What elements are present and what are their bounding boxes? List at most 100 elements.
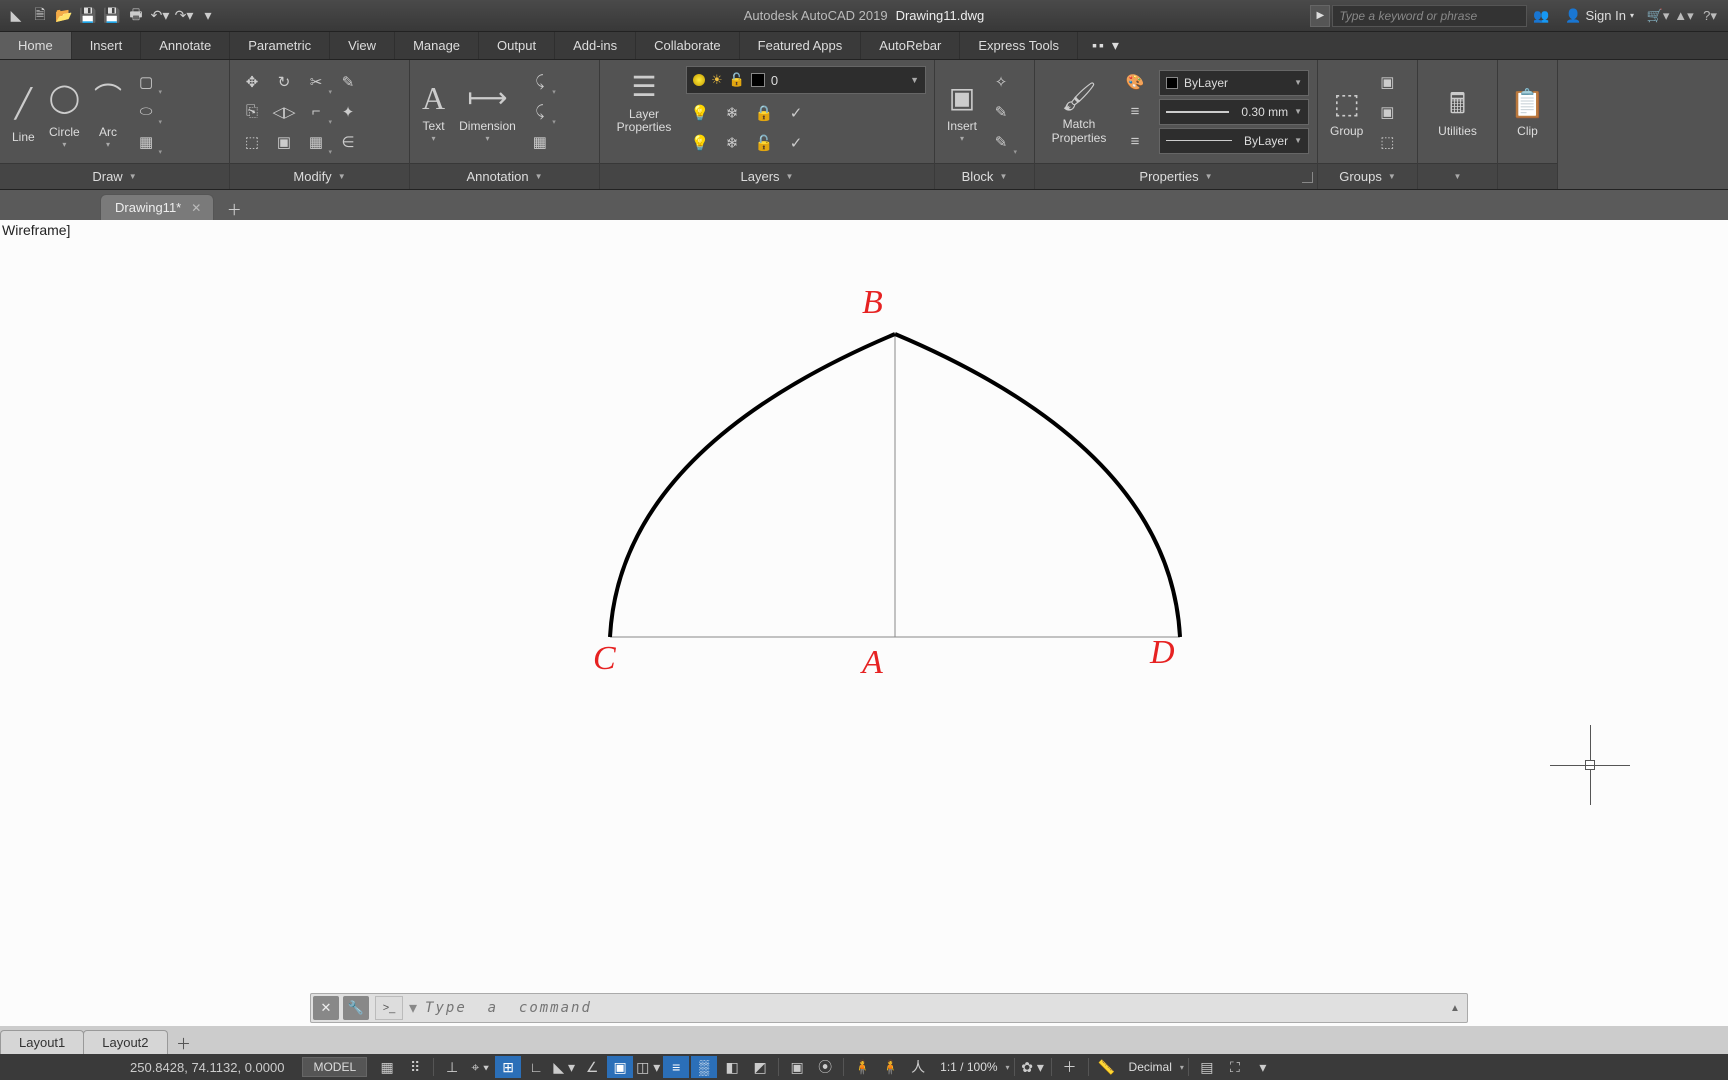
linetype-dropdown[interactable]: ByLayer▼ xyxy=(1159,128,1309,154)
exchange-icon[interactable]: 🛒▾ xyxy=(1646,4,1670,28)
new-icon[interactable]: 🗎 xyxy=(30,6,50,26)
snap-icon[interactable]: ⠿ xyxy=(402,1056,428,1078)
panel-groups-title[interactable]: Groups▼ xyxy=(1318,163,1417,189)
utilities-button[interactable]: 🖩 Utilities xyxy=(1434,83,1481,140)
layout-tab-1[interactable]: Layout1 xyxy=(0,1030,84,1054)
group-select-icon[interactable]: ⬚ xyxy=(1373,129,1401,155)
fillet-icon[interactable]: ⌐▾ xyxy=(302,99,330,125)
lineweight-icon[interactable]: ≡ xyxy=(663,1056,689,1078)
tab-autorebar[interactable]: AutoRebar xyxy=(861,32,960,59)
hatch-icon[interactable]: ▦▾ xyxy=(132,129,160,155)
explode-icon[interactable]: ✦ xyxy=(334,99,362,125)
status-units[interactable]: Decimal xyxy=(1121,1060,1180,1074)
infocenter-play-icon[interactable]: ▶ xyxy=(1310,5,1330,27)
layer-off-icon[interactable]: ❄ xyxy=(718,100,746,126)
layer-unlock-icon[interactable]: 🔓 xyxy=(750,130,778,156)
mirror-icon[interactable]: ◁▷ xyxy=(270,99,298,125)
tab-addins[interactable]: Add-ins xyxy=(555,32,636,59)
status-model[interactable]: MODEL xyxy=(302,1057,367,1077)
polar-icon[interactable]: ∟ xyxy=(523,1056,549,1078)
ortho-icon[interactable]: ⊞ xyxy=(495,1056,521,1078)
infer-icon[interactable]: ⊥ xyxy=(439,1056,465,1078)
3dosnap-icon[interactable]: ◫ ▾ xyxy=(635,1056,661,1078)
panel-modify-title[interactable]: Modify▼ xyxy=(230,163,409,189)
edit-attr-icon[interactable]: ✎▾ xyxy=(987,129,1015,155)
match-properties-button[interactable]: 🖌 Match Properties xyxy=(1043,76,1115,146)
stretch-icon[interactable]: ⬚ xyxy=(238,129,266,155)
units-icon[interactable]: 📏 xyxy=(1094,1056,1120,1078)
isodraft-icon[interactable]: ◣ ▾ xyxy=(551,1056,577,1078)
open-icon[interactable]: 📂 xyxy=(54,6,74,26)
annotation-scale-icon[interactable]: 人 xyxy=(905,1056,931,1078)
trim-icon[interactable]: ✂▾ xyxy=(302,69,330,95)
arc-button[interactable]: ⌒ Arc ▾ xyxy=(90,72,126,152)
panel-draw-title[interactable]: Draw▼ xyxy=(0,163,229,189)
tab-view[interactable]: View xyxy=(330,32,395,59)
layer-on-icon[interactable]: 💡 xyxy=(686,130,714,156)
layer-freeze-icon[interactable]: 🔒 xyxy=(750,100,778,126)
lineweight-dropdown[interactable]: 0.30 mm▼ xyxy=(1159,99,1309,125)
osnap-tracking-icon[interactable]: ∠ xyxy=(579,1056,605,1078)
lines2-icon[interactable]: ≡ xyxy=(1121,129,1149,155)
tab-home[interactable]: Home xyxy=(0,32,72,59)
autoscale-icon[interactable]: 🧍 xyxy=(877,1056,903,1078)
osnap-icon[interactable]: ▣ xyxy=(607,1056,633,1078)
tab-express[interactable]: Express Tools xyxy=(960,32,1078,59)
offset-icon[interactable]: ∈ xyxy=(334,129,362,155)
circle-button[interactable]: ◯ Circle ▾ xyxy=(45,72,84,152)
redo-icon[interactable]: ↷▾ xyxy=(174,6,194,26)
leader-icon[interactable]: ⤹▾ xyxy=(526,69,554,95)
save-icon[interactable]: 💾 xyxy=(78,6,98,26)
erase-icon[interactable]: ✎ xyxy=(334,69,362,95)
group-button[interactable]: ⬚ Group xyxy=(1326,83,1367,140)
polyline-icon[interactable]: ▢▾ xyxy=(132,69,160,95)
tab-parametric[interactable]: Parametric xyxy=(230,32,330,59)
drawing-canvas[interactable]: Wireframe] B C A D xyxy=(0,220,1728,1028)
customization-icon[interactable]: ▾ xyxy=(1250,1056,1276,1078)
status-scale[interactable]: 1:1 / 100% xyxy=(932,1060,1005,1074)
panel-properties-title[interactable]: Properties▼ xyxy=(1035,163,1317,189)
add-layout-icon[interactable]: ＋ xyxy=(171,1032,197,1054)
color-wheel-icon[interactable]: 🎨 xyxy=(1121,69,1149,95)
cmd-close-icon[interactable]: ✕ xyxy=(313,996,339,1020)
selection-filter-icon[interactable]: ▣ xyxy=(784,1056,810,1078)
insert-button[interactable]: ▣ Insert ▾ xyxy=(943,78,981,146)
dimension-button[interactable]: ⟼ Dimension ▾ xyxy=(455,78,520,146)
close-tab-icon[interactable]: ✕ xyxy=(191,201,201,215)
new-tab-icon[interactable]: ＋ xyxy=(220,198,248,220)
tab-featured[interactable]: Featured Apps xyxy=(740,32,862,59)
mleader-icon[interactable]: ⤹▾ xyxy=(526,99,554,125)
layout-tab-2[interactable]: Layout2 xyxy=(83,1030,167,1054)
copy-icon[interactable]: ⎘ xyxy=(238,99,266,125)
cmd-history-icon[interactable]: ▲ xyxy=(1443,1003,1467,1014)
infocenter-search[interactable]: Type a keyword or phrase xyxy=(1332,5,1527,27)
help-icon[interactable]: ?▾ xyxy=(1698,4,1722,28)
array-icon[interactable]: ▦▾ xyxy=(302,129,330,155)
gizmo-icon[interactable]: ⦿ xyxy=(812,1056,838,1078)
layer-lock-icon[interactable]: ✓ xyxy=(782,100,810,126)
panel-block-title[interactable]: Block▼ xyxy=(935,163,1034,189)
annotation-monitor-icon[interactable]: ＋ xyxy=(1057,1056,1083,1078)
saveas-icon[interactable]: 💾 xyxy=(102,6,122,26)
tab-overflow-icon[interactable]: ▪▪ ▾ xyxy=(1078,32,1135,59)
dynamic-input-icon[interactable]: ⌖ ▾ xyxy=(467,1056,493,1078)
selection-cycling-icon[interactable]: ◧ xyxy=(719,1056,745,1078)
undo-icon[interactable]: ↶▾ xyxy=(150,6,170,26)
panel-layers-title[interactable]: Layers▼ xyxy=(600,163,934,189)
file-tab[interactable]: Drawing11* ✕ xyxy=(100,194,214,220)
layer-properties-button[interactable]: ☰ Layer Properties xyxy=(608,66,680,136)
workspace-icon[interactable]: ✿ ▾ xyxy=(1020,1056,1046,1078)
line-button[interactable]: ╱ Line xyxy=(8,77,39,146)
tab-manage[interactable]: Manage xyxy=(395,32,479,59)
transparency-icon[interactable]: ▒ xyxy=(691,1056,717,1078)
cmd-options-icon[interactable]: 🔧 xyxy=(343,996,369,1020)
lock-ui-icon[interactable]: ⛶ xyxy=(1222,1056,1248,1078)
tab-insert[interactable]: Insert xyxy=(72,32,142,59)
move-icon[interactable]: ✥ xyxy=(238,69,266,95)
group-edit-icon[interactable]: ▣ xyxy=(1373,99,1401,125)
tab-output[interactable]: Output xyxy=(479,32,555,59)
ungroup-icon[interactable]: ▣ xyxy=(1373,69,1401,95)
qat-dropdown-icon[interactable]: ▾ xyxy=(198,6,218,26)
clipboard-button[interactable]: 📋 Clip xyxy=(1506,83,1549,140)
grid-icon[interactable]: ▦ xyxy=(374,1056,400,1078)
